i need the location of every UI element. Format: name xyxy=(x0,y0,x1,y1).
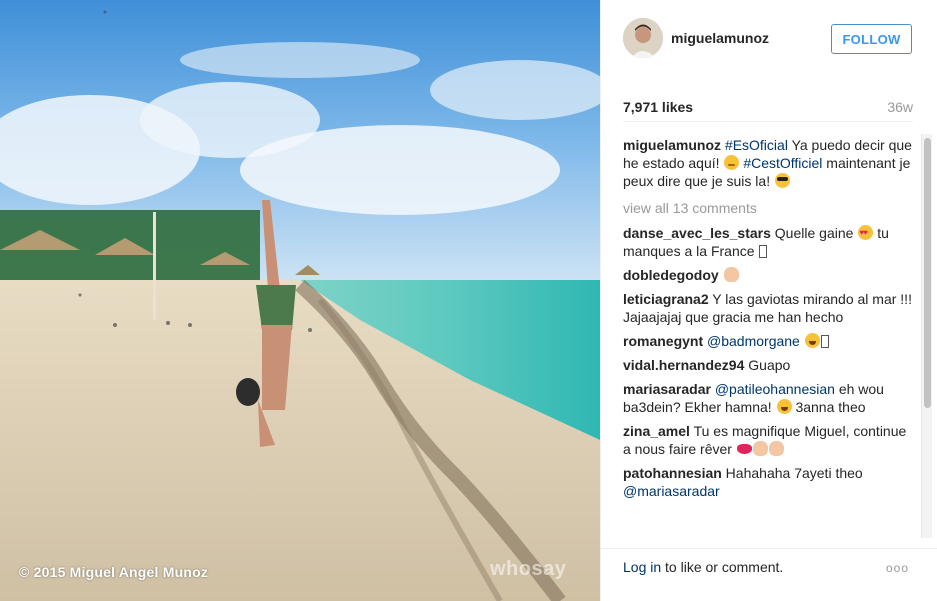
laughing-emoji-icon xyxy=(776,399,792,414)
list-item: vidal.hernandez94 Guapo xyxy=(623,356,915,374)
missing-glyph-icon xyxy=(759,245,768,258)
mention-link[interactable]: @badmorgane xyxy=(707,333,800,349)
username-link[interactable]: miguelamunoz xyxy=(671,30,769,46)
comments-scrollbar[interactable] xyxy=(921,134,932,538)
login-link[interactable]: Log in xyxy=(623,559,661,575)
wink-emoji-icon xyxy=(724,155,740,170)
list-item: patohannesian Hahahaha 7ayeti theo @mari… xyxy=(623,464,915,500)
hashtag-link[interactable]: #CestOfficiel xyxy=(743,155,822,171)
comment-text xyxy=(800,333,804,349)
post-age[interactable]: 36w xyxy=(887,99,913,115)
comment-username[interactable]: dobledegodoy xyxy=(623,267,719,283)
comment-text: Quelle gaine xyxy=(770,225,858,241)
caption-username[interactable]: miguelamunoz xyxy=(623,137,721,153)
photo-credit: © 2015 Miguel Angel Munoz xyxy=(19,564,209,580)
comment-username[interactable]: zina_amel xyxy=(623,423,690,439)
view-all-comments-link[interactable]: view all 13 comments xyxy=(623,200,915,216)
comments-list: miguelamunoz #EsOficial Ya puedo decir q… xyxy=(623,136,915,538)
sunglasses-emoji-icon xyxy=(774,173,790,188)
comment-username[interactable]: romanegynt xyxy=(623,333,703,349)
list-item: romanegynt @badmorgane xyxy=(623,332,915,350)
post-side-panel: miguelamunoz FOLLOW 7,971 likes 36w migu… xyxy=(600,0,937,601)
comment-text: 3anna theo xyxy=(791,399,866,415)
post-photo[interactable]: © 2015 Miguel Angel Munoz whosay xyxy=(0,0,600,601)
comment-text: Hahahaha 7ayeti theo xyxy=(721,465,863,481)
comment-username[interactable]: danse_avec_les_stars xyxy=(623,225,771,241)
comment-text xyxy=(719,267,723,283)
list-item: zina_amel Tu es magnifique Miguel, conti… xyxy=(623,422,915,458)
post-footer: Log in to like or comment. ooo xyxy=(601,548,937,601)
caption: miguelamunoz #EsOficial Ya puedo decir q… xyxy=(623,136,915,190)
kiss-lips-emoji-icon xyxy=(736,444,752,454)
fist-emoji-icon xyxy=(752,441,768,456)
missing-glyph-icon xyxy=(820,335,829,348)
laughing-emoji-icon xyxy=(804,333,820,348)
list-item: danse_avec_les_stars Quelle gaine tu man… xyxy=(623,224,915,260)
heart-eyes-emoji-icon xyxy=(858,224,874,242)
post-header: miguelamunoz FOLLOW xyxy=(601,0,937,80)
mention-link[interactable]: @mariasaradar xyxy=(623,483,720,499)
list-item: mariasaradar @patileohannesian eh wou ba… xyxy=(623,380,915,416)
whosay-watermark: whosay xyxy=(490,558,567,580)
comment-username[interactable]: mariasaradar xyxy=(623,381,711,397)
likes-count[interactable]: 7,971 likes xyxy=(623,99,693,115)
raised-hand-emoji-icon xyxy=(768,441,784,456)
comment-username[interactable]: leticiagrana2 xyxy=(623,291,709,307)
list-item: leticiagrana2 Y las gaviotas mirando al … xyxy=(623,290,915,326)
ok-hand-emoji-icon xyxy=(723,267,739,282)
post-stats: 7,971 likes 36w xyxy=(623,92,913,122)
login-prompt-text: to like or comment. xyxy=(661,559,784,575)
mention-link[interactable]: @patileohannesian xyxy=(715,381,835,397)
scrollbar-thumb[interactable] xyxy=(924,138,931,408)
more-options-icon[interactable]: ooo xyxy=(886,561,909,575)
comment-username[interactable]: patohannesian xyxy=(623,465,722,481)
list-item: dobledegodoy xyxy=(623,266,915,284)
hashtag-link[interactable]: #EsOficial xyxy=(725,137,788,153)
avatar[interactable] xyxy=(623,18,663,58)
login-prompt: Log in to like or comment. xyxy=(623,559,783,575)
follow-button[interactable]: FOLLOW xyxy=(831,24,912,54)
beach-handstand-image xyxy=(0,0,600,601)
comment-username[interactable]: vidal.hernandez94 xyxy=(623,357,744,373)
comment-text: Guapo xyxy=(744,357,791,373)
